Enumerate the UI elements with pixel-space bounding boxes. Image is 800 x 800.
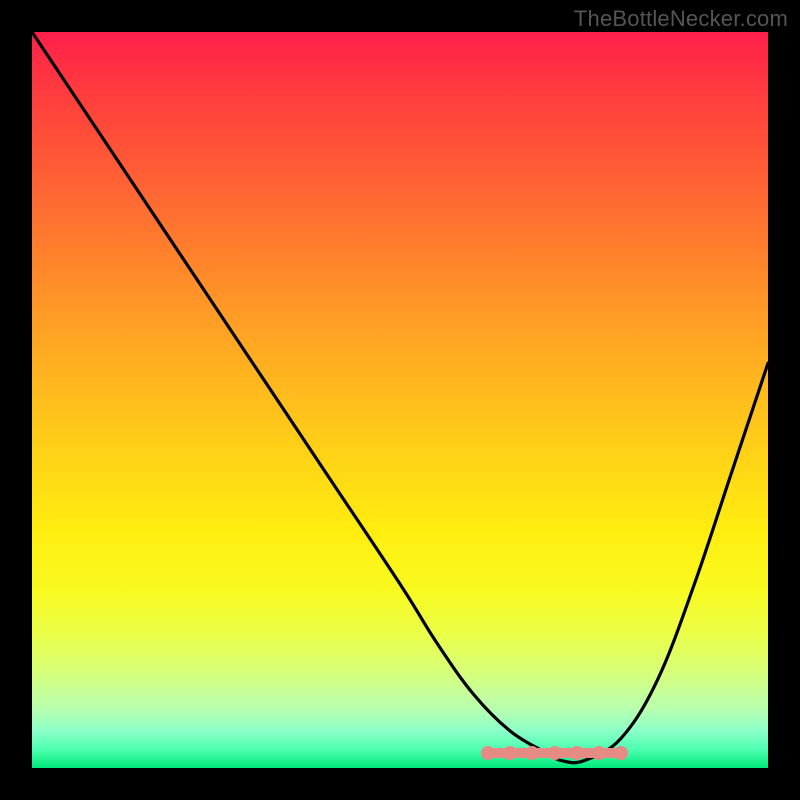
valley-marker-dots [32, 32, 768, 768]
valley-dot [570, 746, 584, 760]
valley-dot [525, 746, 539, 760]
chart-frame: TheBottleNecker.com [0, 0, 800, 800]
watermark-text: TheBottleNecker.com [574, 6, 788, 32]
valley-dot [592, 746, 606, 760]
plot-area [32, 32, 768, 768]
valley-dot [548, 746, 562, 760]
valley-dot [503, 746, 517, 760]
valley-dot [481, 746, 495, 760]
valley-dot [614, 746, 628, 760]
